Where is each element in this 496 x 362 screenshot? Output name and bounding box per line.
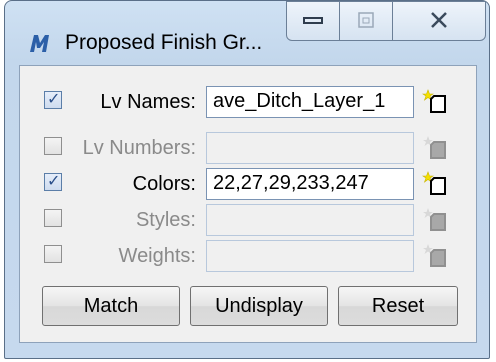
lv-names-label: Lv Names: bbox=[100, 91, 196, 113]
title-bar[interactable]: Proposed Finish Gr... bbox=[5, 1, 489, 65]
lv-numbers-field[interactable] bbox=[206, 132, 414, 164]
colors-checkbox[interactable]: ✓ bbox=[44, 173, 62, 191]
window-title: Proposed Finish Gr... bbox=[65, 31, 263, 54]
styles-checkbox[interactable] bbox=[44, 209, 62, 227]
lv-numbers-checkbox[interactable] bbox=[44, 137, 62, 155]
row-lv-numbers: Lv Numbers: bbox=[20, 128, 478, 168]
weights-field[interactable] bbox=[206, 240, 414, 272]
reset-button[interactable]: Reset bbox=[338, 286, 458, 326]
check-icon: ✓ bbox=[47, 173, 61, 190]
close-icon bbox=[393, 8, 485, 38]
row-styles: Styles: bbox=[20, 200, 478, 240]
pick-element-icon[interactable] bbox=[422, 170, 450, 198]
pick-element-icon[interactable] bbox=[422, 88, 450, 116]
weights-checkbox[interactable] bbox=[44, 245, 62, 263]
pick-element-icon[interactable] bbox=[422, 206, 450, 234]
lv-names-checkbox[interactable]: ✓ bbox=[44, 91, 62, 109]
match-button[interactable]: Match bbox=[42, 286, 180, 326]
lv-numbers-label: Lv Numbers: bbox=[82, 137, 196, 159]
close-button[interactable] bbox=[392, 1, 486, 41]
row-lv-names: ✓ Lv Names: ave_Ditch_Layer_1 bbox=[20, 82, 478, 122]
minimize-button[interactable] bbox=[286, 1, 340, 41]
weights-label: Weights: bbox=[118, 245, 196, 267]
microstation-icon bbox=[29, 33, 53, 53]
pick-element-icon[interactable] bbox=[422, 242, 450, 270]
colors-field[interactable]: 22,27,29,233,247 bbox=[206, 168, 414, 200]
row-colors: ✓ Colors: 22,27,29,233,247 bbox=[20, 164, 478, 204]
dialog-client-area: ✓ Lv Names: ave_Ditch_Layer_1 Lv Numbers… bbox=[19, 65, 477, 343]
undisplay-button[interactable]: Undisplay bbox=[190, 286, 328, 326]
styles-field[interactable] bbox=[206, 204, 414, 236]
lv-names-field[interactable]: ave_Ditch_Layer_1 bbox=[206, 86, 414, 118]
styles-label: Styles: bbox=[135, 209, 196, 231]
colors-label: Colors: bbox=[132, 173, 196, 195]
dialog-window: Proposed Finish Gr... ✓ Lv Names: ave_Di… bbox=[4, 0, 490, 359]
maximize-icon bbox=[340, 8, 392, 38]
pick-element-icon[interactable] bbox=[422, 134, 450, 162]
minimize-icon bbox=[287, 8, 339, 38]
check-icon: ✓ bbox=[47, 91, 61, 108]
maximize-button[interactable] bbox=[339, 1, 393, 41]
row-weights: Weights: bbox=[20, 236, 478, 276]
